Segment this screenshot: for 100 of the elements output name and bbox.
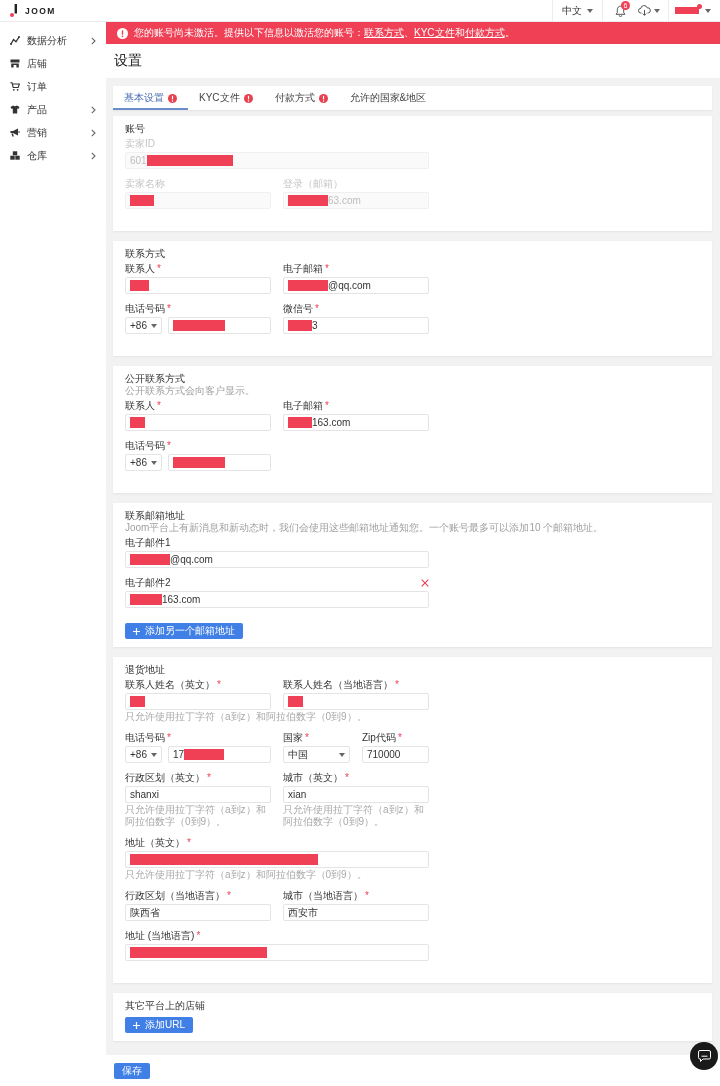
alert-icon (117, 27, 128, 39)
input-field[interactable]: xian (283, 786, 429, 803)
field-hint: 只允许使用拉丁字符（a到z）和阿拉伯数字（0到9）。 (125, 711, 367, 723)
shirt-icon (10, 105, 20, 114)
field-label: 联系人姓名（英文） * (125, 679, 221, 691)
add-button[interactable]: 添加URL (125, 1017, 193, 1033)
chevron-right-icon (91, 151, 96, 160)
line-chart-icon (10, 36, 20, 45)
redaction-bar (130, 417, 145, 428)
cart-icon (10, 82, 20, 91)
store-icon (10, 59, 20, 68)
caret-icon[interactable] (151, 752, 157, 757)
sidebar-item[interactable]: 产品 (0, 98, 106, 121)
field-label: 电子邮箱 * (283, 400, 329, 412)
close-icon[interactable] (421, 579, 429, 587)
caret-icon[interactable] (151, 323, 157, 328)
input-field[interactable] (125, 851, 429, 868)
logo-text: JOOM (25, 5, 56, 16)
redaction-bar (130, 594, 162, 605)
field-label: 城市（当地语言） * (283, 890, 369, 902)
logo-icon (10, 4, 18, 17)
input-field[interactable]: @qq.com (283, 277, 429, 294)
save-button[interactable]: 保存 (114, 1062, 150, 1079)
field-label: 电话号码 * (125, 732, 171, 744)
field-hint: 只允许使用拉丁字符（a到z）和阿拉伯数字（0到9）。 (125, 804, 267, 828)
redaction-bar (675, 7, 699, 14)
section-title: 其它平台上的店铺 (125, 999, 205, 1012)
sidebar-item[interactable]: 数据分析 (0, 29, 106, 52)
country-code-select[interactable]: +86 (125, 454, 162, 471)
tab[interactable]: KYC文件 (188, 86, 264, 110)
caret-icon[interactable] (705, 8, 711, 13)
input-field[interactable]: 17 (168, 746, 271, 763)
field-label: 联系人姓名（当地语言） * (283, 679, 399, 691)
link[interactable]: 联系方式 (364, 27, 404, 38)
section-title: 公开联系方式 (125, 372, 185, 385)
input-field[interactable]: 163.com (283, 414, 429, 431)
section-description: 公开联系方式会向客户显示。 (125, 385, 255, 397)
sidebar-item[interactable]: 店铺 (0, 52, 106, 75)
field-label: 地址 (当地语言) * (125, 930, 201, 942)
plus-icon (133, 627, 140, 635)
sidebar-item[interactable]: 仓库 (0, 144, 106, 167)
input-field[interactable] (125, 414, 271, 431)
field-hint: 只允许使用拉丁字符（a到z）和阿拉伯数字（0到9）。 (125, 869, 367, 881)
link[interactable]: KYC文件 (414, 27, 455, 38)
input-field[interactable] (283, 693, 429, 710)
input-field[interactable] (168, 454, 271, 471)
input-field[interactable] (125, 693, 271, 710)
section-title: 联系方式 (125, 247, 165, 260)
chevron-right-icon (91, 128, 96, 137)
add-button[interactable]: 添加另一个邮箱地址 (125, 623, 243, 639)
bell-icon[interactable] (615, 4, 626, 17)
caret-icon[interactable] (339, 752, 345, 757)
chevron-right-icon (91, 36, 96, 45)
input-field[interactable] (125, 277, 271, 294)
input-field[interactable]: 3 (283, 317, 429, 334)
field-label: 联系人 * (125, 263, 161, 275)
field-label: 电子邮件2 (125, 577, 171, 589)
link[interactable]: 付款方式 (464, 27, 505, 38)
input-field[interactable]: 西安市 (283, 904, 429, 921)
input-field[interactable]: 710000 (362, 746, 429, 763)
field-hint: 只允许使用拉丁字符（a到z）和阿拉伯数字（0到9）。 (283, 804, 425, 828)
redaction-bar (130, 696, 145, 707)
input-field[interactable]: 163.com (125, 591, 429, 608)
field-label: 国家 * (283, 732, 309, 744)
redaction-bar (288, 417, 312, 428)
megaphone-icon (10, 128, 20, 137)
section-title: 联系邮箱地址 (125, 509, 185, 522)
country-code-select[interactable]: +86 (125, 317, 162, 334)
field-label: Zip代码 * (362, 732, 402, 744)
input-field[interactable] (168, 317, 271, 334)
language-select[interactable]: 中文 (553, 0, 602, 21)
redaction-bar (130, 280, 149, 291)
input-field[interactable] (125, 944, 429, 961)
country-code-select[interactable]: +86 (125, 746, 162, 763)
sidebar-item[interactable]: 营销 (0, 121, 106, 144)
section-title: 退货地址 (125, 663, 165, 676)
input-field[interactable]: shanxi (125, 786, 271, 803)
field-label: 微信号 * (283, 303, 319, 315)
cloud-icon[interactable] (638, 5, 651, 16)
sidebar-item[interactable]: 订单 (0, 75, 106, 98)
caret-icon[interactable] (151, 460, 157, 465)
field-label: 行政区划（英文） * (125, 772, 211, 784)
select-field[interactable]: 中国 (283, 746, 350, 763)
tab[interactable]: 付款方式 (263, 86, 339, 110)
input-field[interactable]: 陕西省 (125, 904, 271, 921)
field-label: 城市（英文） * (283, 772, 349, 784)
redaction-bar (173, 457, 225, 468)
field-label: 行政区划（当地语言） * (125, 890, 231, 902)
caret-icon[interactable] (587, 8, 593, 13)
section-title: 账号 (125, 122, 145, 135)
tab[interactable]: 允许的国家&地区 (338, 86, 438, 110)
field-label: 电话号码 * (125, 303, 171, 315)
chat-icon (697, 1050, 711, 1062)
tab[interactable]: 基本设置 (113, 86, 188, 110)
page-title: 设置 (114, 52, 142, 70)
redaction-bar (288, 195, 328, 206)
input-field[interactable]: @qq.com (125, 551, 429, 568)
caret-icon[interactable] (654, 8, 660, 13)
field-label: 电话号码 * (125, 440, 171, 452)
redaction-bar (130, 554, 170, 565)
